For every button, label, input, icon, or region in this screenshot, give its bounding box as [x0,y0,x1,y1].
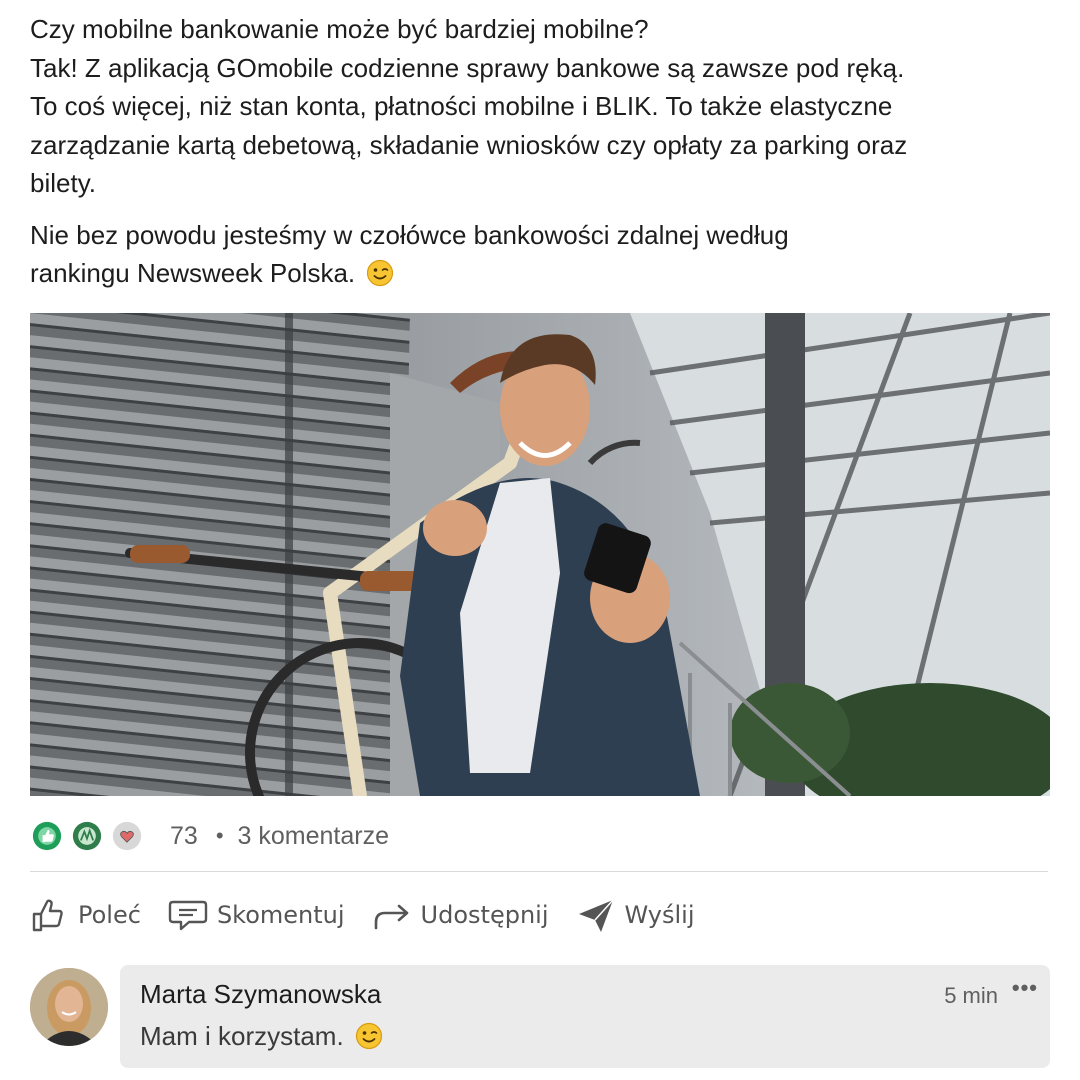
comment-button[interactable]: Skomentuj [167,894,345,936]
share-button[interactable]: Udostępnij [371,894,549,936]
commenter-photo [30,968,108,1046]
reaction-count[interactable]: 73 [170,822,198,851]
send-icon [578,899,614,932]
comments-count-link[interactable]: 3 komentarze [238,822,389,851]
reactions-bar[interactable]: 73 • 3 komentarze [30,818,389,854]
comment-text: Mam i korzystam. [140,1021,383,1052]
separator-dot: • [215,823,224,848]
post-text: Czy mobilne bankowanie może być bardziej… [30,10,1050,293]
post-paragraph-1: Czy mobilne bankowanie może być bardziej… [30,10,1050,203]
comment-button-label: Skomentuj [216,901,345,929]
post-line: Czy mobilne bankowanie może być bardziej… [30,14,649,44]
action-bar: Poleć Skomentuj Udostępnij Wyślij [28,892,721,938]
comment-box: Marta Szymanowska 5 min ••• Mam i korzys… [120,965,1050,1068]
post-line: Tak! Z aplikacją GOmobile codzienne spra… [30,52,905,83]
comment-text-content: Mam i korzystam. [140,1021,344,1051]
post-line: rankingu Newsweek Polska. [30,258,356,288]
post-paragraph-2: Nie bez powodu jesteśmy w czołówce banko… [30,216,1050,293]
divider [30,871,1048,872]
like-button-label: Poleć [78,901,141,929]
post-photo[interactable] [30,313,1050,796]
like-icon [30,819,64,853]
comment-icon [168,900,208,931]
send-button[interactable]: Wyślij [575,894,695,936]
post-line: Nie bez powodu jesteśmy w czołówce banko… [30,219,789,250]
more-options-button[interactable]: ••• [1012,975,1038,1001]
share-arrow-icon [374,904,408,930]
comment-author[interactable]: Marta Szymanowska [140,979,381,1010]
celebrate-icon [70,819,104,853]
comment-time: 5 min [944,983,998,1008]
winking-face-icon [367,259,394,287]
send-button-label: Wyślij [624,901,695,929]
post-line: To coś więcej, niż stan konta, płatności… [30,91,893,121]
winking-face-icon [355,1022,383,1050]
thumbs-up-icon [32,899,63,932]
avatar[interactable] [30,968,108,1046]
like-button[interactable]: Poleć [28,894,141,936]
man-with-bicycle-photo [30,313,1050,796]
love-icon [110,819,144,853]
post-line: bilety. [30,168,96,198]
post-line: zarządzanie kartą debetową, składanie wn… [30,129,908,160]
share-button-label: Udostępnij [420,901,549,929]
